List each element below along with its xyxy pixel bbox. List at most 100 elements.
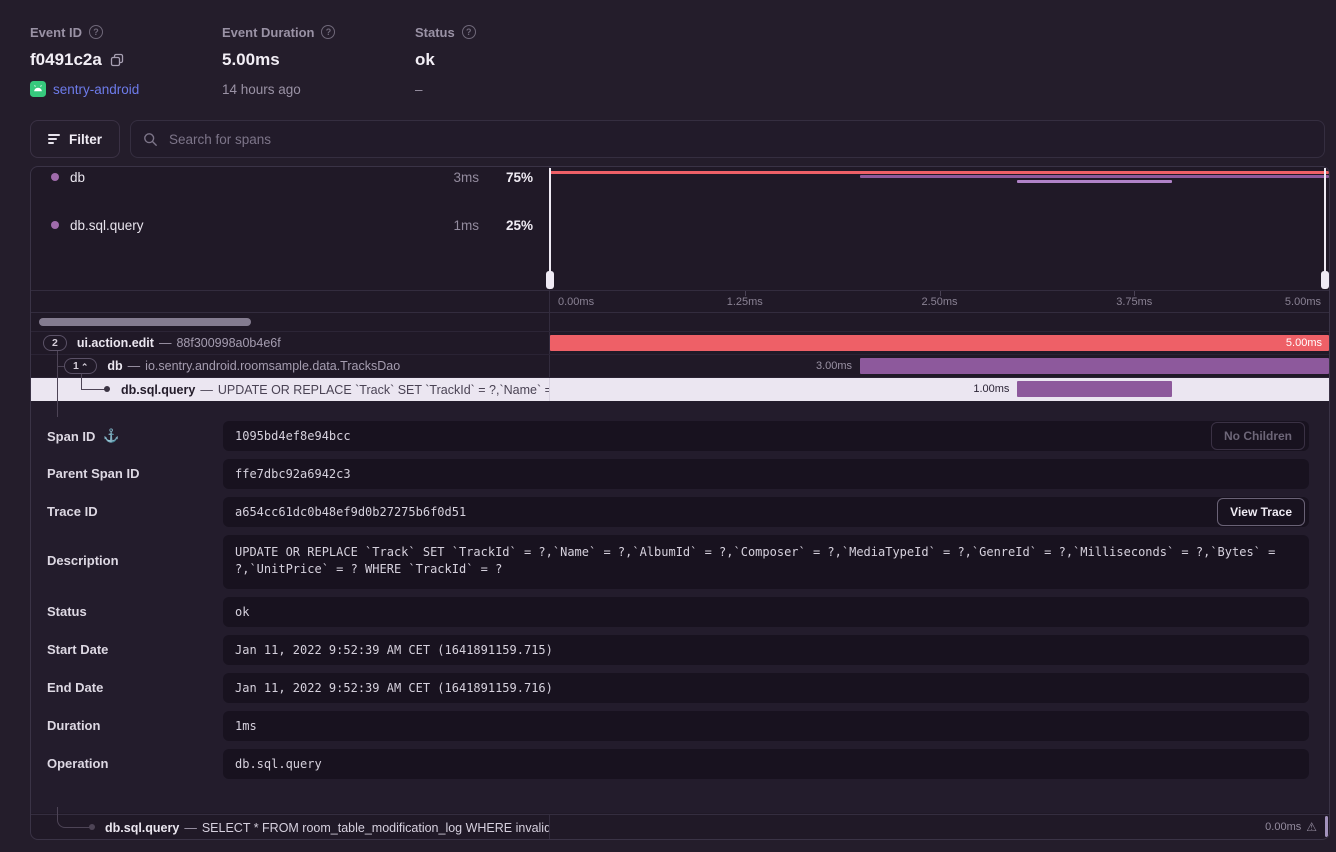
- op-duration: 3ms: [419, 170, 479, 185]
- time-axis: 0.00ms 1.25ms 2.50ms 3.75ms 5.00ms: [31, 291, 1329, 313]
- span-duration-label: 1.00ms: [973, 383, 1009, 395]
- status-field-value: ok: [223, 597, 1309, 627]
- span-detail-panel: Span ID ⚓ 1095bd4ef8e94bcc No Children P…: [31, 401, 1329, 813]
- minimap-left-handle[interactable]: [549, 168, 551, 272]
- span-operation: db.sql.query: [121, 383, 195, 397]
- span-description: UPDATE OR REPLACE `Track` SET `TrackId` …: [218, 383, 550, 397]
- op-name: db: [70, 170, 419, 185]
- axis-tick-label: 3.75ms: [1116, 296, 1152, 308]
- trace-header-section: db 3ms 75% db.sql.query 1ms 25%: [31, 167, 1329, 291]
- filter-icon: [48, 134, 60, 144]
- event-id-label: Event ID: [30, 25, 82, 40]
- children-count-pill[interactable]: 1⌃: [64, 358, 97, 374]
- span-description: SELECT * FROM room_table_modification_lo…: [202, 821, 550, 835]
- help-icon[interactable]: ?: [321, 25, 335, 39]
- description-label: Description: [47, 553, 119, 568]
- tree-connector-line: [57, 343, 58, 417]
- parent-span-id-label: Parent Span ID: [47, 466, 139, 481]
- span-duration-bar[interactable]: [1017, 381, 1171, 397]
- tree-connector-dot: [104, 386, 110, 392]
- separator: —: [200, 383, 213, 397]
- minimap-span-line: [550, 171, 1329, 174]
- minimap-span-line: [1017, 180, 1171, 183]
- horizontal-scrollbar-thumb[interactable]: [39, 318, 251, 326]
- filter-button-label: Filter: [69, 132, 102, 147]
- axis-tick-label: 5.00ms: [1285, 296, 1321, 308]
- trace-id-label: Trace ID: [47, 504, 98, 519]
- axis-spacer: [31, 291, 550, 312]
- span-operation: db: [107, 359, 122, 373]
- tree-connector-line: [81, 374, 82, 389]
- filter-button[interactable]: Filter: [30, 120, 120, 158]
- children-count-pill[interactable]: 2: [43, 335, 67, 351]
- copy-icon[interactable]: [110, 53, 124, 67]
- status-value: ok: [415, 50, 435, 70]
- event-id-value: f0491c2a: [30, 50, 102, 70]
- op-breakdown-legend: db 3ms 75% db.sql.query 1ms 25%: [31, 167, 550, 290]
- span-description: 88f300998a0b4e6f: [176, 336, 280, 350]
- start-date-label: Start Date: [47, 642, 108, 657]
- span-row-db[interactable]: 1⌃ db — io.sentry.android.roomsample.dat…: [31, 355, 1329, 378]
- op-color-dot: [51, 221, 59, 229]
- event-id-column: Event ID ? f0491c2a sentry-andro: [30, 24, 139, 98]
- legend-row-db-sql-query[interactable]: db.sql.query 1ms 25%: [51, 215, 533, 235]
- span-description: io.sentry.android.roomsample.data.Tracks…: [145, 359, 400, 373]
- span-row-db-sql-query-select[interactable]: db.sql.query — SELECT * FROM room_table_…: [31, 814, 1329, 840]
- separator: —: [159, 336, 172, 350]
- axis-tick-label: 1.25ms: [727, 296, 763, 308]
- axis-tick-label: 0.00ms: [558, 296, 594, 308]
- tree-scrollbar-track: [31, 313, 550, 331]
- no-children-button[interactable]: No Children: [1211, 422, 1305, 450]
- span-duration-label: 3.00ms: [816, 360, 852, 372]
- legend-row-db[interactable]: db 3ms 75%: [51, 167, 533, 187]
- trace-minimap[interactable]: [550, 167, 1329, 290]
- event-duration-label: Event Duration: [222, 25, 314, 40]
- end-date-value: Jan 11, 2022 9:52:39 AM CET (1641891159.…: [223, 673, 1309, 703]
- span-search: [130, 120, 1325, 158]
- span-duration-bar[interactable]: [860, 358, 1329, 374]
- chevron-up-icon: ⌃: [81, 362, 89, 373]
- op-color-dot: [51, 173, 59, 181]
- search-input[interactable]: [167, 131, 1312, 148]
- status-label: Status: [415, 25, 455, 40]
- status-field-label: Status: [47, 604, 87, 619]
- span-operation: db.sql.query: [105, 821, 179, 835]
- scrollbar-spacer: [550, 313, 1329, 331]
- minimap-left-grip[interactable]: [546, 271, 554, 289]
- span-row-ui-action-edit[interactable]: 2 ui.action.edit — 88f300998a0b4e6f 5.00…: [31, 332, 1329, 355]
- end-date-label: End Date: [47, 680, 103, 695]
- axis-labels: 0.00ms 1.25ms 2.50ms 3.75ms 5.00ms: [550, 291, 1329, 312]
- minimap-span-line: [860, 175, 1329, 178]
- operation-value: db.sql.query: [223, 749, 1309, 779]
- span-duration-bar[interactable]: [550, 335, 1329, 351]
- vertical-scrollbar-thumb[interactable]: [1325, 816, 1328, 837]
- span-duration-label: 5.00ms: [1286, 337, 1322, 349]
- parent-span-id-value: ffe7dbc92a6942c3: [223, 459, 1309, 489]
- op-percentage: 25%: [485, 218, 533, 233]
- project-link[interactable]: sentry-android: [53, 82, 139, 97]
- warning-icon[interactable]: ⚠: [1306, 820, 1317, 834]
- status-column: Status ? ok –: [415, 24, 476, 98]
- op-duration: 1ms: [419, 218, 479, 233]
- operation-label: Operation: [47, 756, 108, 771]
- minimap-right-handle[interactable]: [1324, 168, 1326, 272]
- span-operation: ui.action.edit: [77, 336, 154, 350]
- trace-waterfall: db 3ms 75% db.sql.query 1ms 25%: [30, 166, 1330, 840]
- op-name: db.sql.query: [70, 218, 419, 233]
- event-duration-value: 5.00ms: [222, 50, 280, 70]
- help-icon[interactable]: ?: [89, 25, 103, 39]
- view-trace-button[interactable]: View Trace: [1217, 498, 1305, 526]
- start-date-value: Jan 11, 2022 9:52:39 AM CET (1641891159.…: [223, 635, 1309, 665]
- help-icon[interactable]: ?: [462, 25, 476, 39]
- span-row-db-sql-query-selected[interactable]: db.sql.query — UPDATE OR REPLACE `Track`…: [31, 378, 1329, 401]
- trace-event-view: Event ID ? f0491c2a sentry-andro: [0, 0, 1336, 852]
- span-duration-label: 0.00ms: [1265, 821, 1301, 833]
- event-duration-column: Event Duration ? 5.00ms 14 hours ago: [222, 24, 335, 98]
- event-age: 14 hours ago: [222, 82, 301, 97]
- anchor-icon[interactable]: ⚓: [103, 428, 119, 444]
- axis-tick-label: 2.50ms: [921, 296, 957, 308]
- description-value: UPDATE OR REPLACE `Track` SET `TrackId` …: [223, 535, 1309, 589]
- separator: —: [184, 821, 197, 835]
- status-sub: –: [415, 82, 423, 97]
- minimap-right-grip[interactable]: [1321, 271, 1329, 289]
